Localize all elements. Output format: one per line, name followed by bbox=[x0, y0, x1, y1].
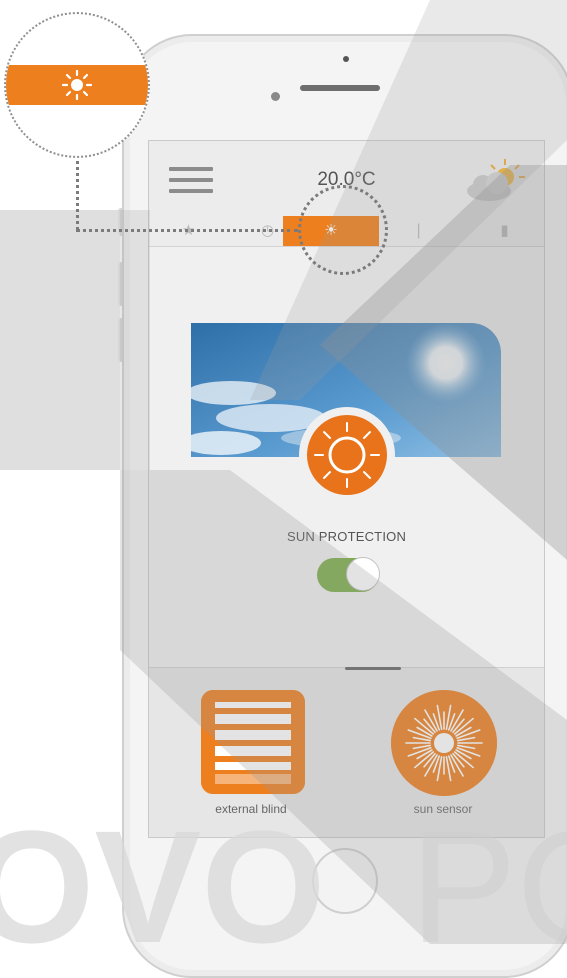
sun-outline-icon bbox=[314, 422, 380, 488]
tray-drag-handle[interactable] bbox=[345, 667, 401, 670]
callout-connector-vertical bbox=[76, 154, 79, 230]
callout-target-ring bbox=[298, 185, 388, 275]
sun-protection-badge bbox=[299, 407, 395, 503]
document-icon: ▮ bbox=[500, 222, 509, 239]
sun-icon bbox=[61, 69, 93, 101]
tab-temperature[interactable]: ❘ bbox=[379, 216, 458, 246]
sun-protection-title: SUN PROTECTION bbox=[286, 529, 407, 544]
sun-protection-toggle[interactable] bbox=[317, 557, 380, 592]
tab-documents[interactable]: ▮ bbox=[465, 216, 544, 246]
partly-sunny-icon bbox=[467, 159, 525, 201]
zoom-callout bbox=[4, 12, 150, 158]
toggle-knob bbox=[346, 557, 380, 591]
earpiece-speaker bbox=[300, 85, 380, 91]
sun-protection-panel: SUN PROTECTION bbox=[149, 247, 544, 667]
thermometer-icon: ❘ bbox=[412, 222, 425, 239]
svg-text:OVO: OVO bbox=[0, 797, 326, 944]
svg-text:PO: PO bbox=[410, 797, 567, 944]
callout-connector-horizontal bbox=[76, 229, 298, 232]
callout-tab-highlight bbox=[6, 65, 148, 105]
proximity-sensor bbox=[343, 56, 349, 62]
watermark-logo: OVO PO bbox=[0, 797, 567, 944]
front-camera bbox=[271, 92, 280, 101]
